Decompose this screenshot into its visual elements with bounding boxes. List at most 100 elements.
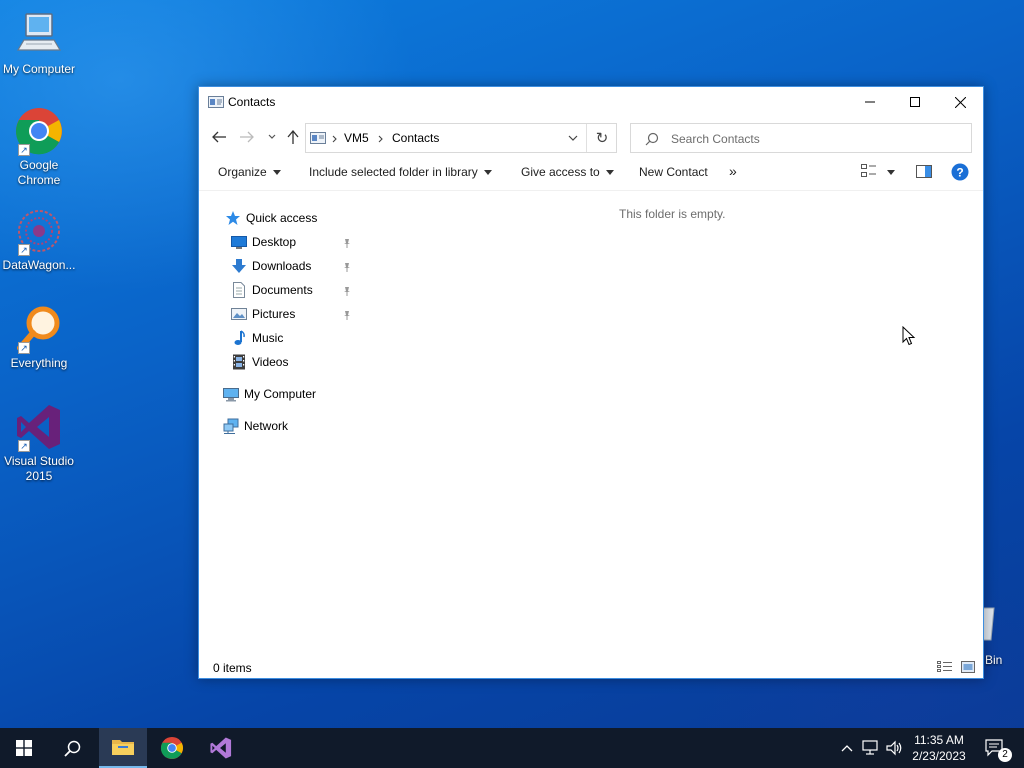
more-commands-button[interactable]: » xyxy=(729,163,737,179)
notification-count-badge: 2 xyxy=(998,748,1012,762)
maximize-icon xyxy=(910,97,920,107)
give-access-menu[interactable]: Give access to xyxy=(521,165,614,179)
window-title: Contacts xyxy=(228,95,276,109)
taskbar-file-explorer[interactable] xyxy=(99,728,147,768)
nav-music[interactable]: Music xyxy=(231,327,283,349)
network-icon xyxy=(223,418,239,434)
item-count: 0 items xyxy=(213,661,252,675)
title-bar[interactable]: Contacts xyxy=(199,87,983,117)
refresh-button[interactable]: ↻ xyxy=(586,124,617,152)
nav-network[interactable]: Network xyxy=(223,415,288,437)
caret-down-icon xyxy=(605,169,614,175)
desktop-folder-icon xyxy=(231,236,247,249)
breadcrumb-contacts[interactable]: Contacts xyxy=(392,131,439,145)
folder-icon xyxy=(112,740,134,755)
shortcut-arrow-icon: ↗ xyxy=(18,342,30,354)
document-icon xyxy=(233,282,245,298)
arrow-left-icon xyxy=(212,131,226,143)
back-button[interactable] xyxy=(209,127,229,147)
breadcrumb-vm5[interactable]: VM5 xyxy=(344,131,369,145)
nav-desktop[interactable]: Desktop xyxy=(231,231,296,253)
pin-icon xyxy=(344,263,350,272)
preview-pane-button[interactable] xyxy=(916,165,932,178)
nav-documents[interactable]: Documents xyxy=(231,279,313,301)
arrow-right-icon xyxy=(240,131,254,143)
desktop-icon-datawagon[interactable]: ↗ DataWagon... xyxy=(0,206,78,273)
desktop-icon-label: DataWagon... xyxy=(2,258,76,272)
details-view-button[interactable] xyxy=(937,661,953,676)
nav-label: Music xyxy=(252,331,284,345)
shortcut-arrow-icon: ↗ xyxy=(18,440,30,452)
shortcut-arrow-icon: ↗ xyxy=(18,244,30,256)
view-dropdown-button[interactable] xyxy=(887,170,895,175)
details-view-icon xyxy=(937,661,952,672)
refresh-icon: ↻ xyxy=(595,130,609,147)
contacts-folder-icon xyxy=(310,132,326,144)
close-icon xyxy=(954,96,966,108)
up-button[interactable] xyxy=(283,127,303,147)
desktop-icon-label: My Computer xyxy=(2,62,76,76)
mouse-cursor-icon xyxy=(902,326,916,346)
recycle-bin-icon[interactable] xyxy=(981,606,996,642)
nav-label: Desktop xyxy=(252,235,297,249)
volume-tray-button[interactable] xyxy=(884,728,906,768)
help-button[interactable]: ? xyxy=(951,163,969,181)
close-button[interactable] xyxy=(937,87,983,117)
include-in-library-menu[interactable]: Include selected folder in library xyxy=(309,165,492,179)
minimize-button[interactable] xyxy=(847,87,893,117)
address-dropdown-button[interactable] xyxy=(562,124,584,152)
nav-label: My Computer xyxy=(244,387,317,401)
taskbar-visual-studio[interactable] xyxy=(197,728,245,768)
nav-label: Documents xyxy=(252,283,313,297)
nav-label: Pictures xyxy=(252,307,296,321)
nav-downloads[interactable]: Downloads xyxy=(231,255,311,277)
show-hidden-icons-button[interactable] xyxy=(838,728,856,768)
view-options-icon xyxy=(861,164,876,177)
change-view-button[interactable] xyxy=(861,164,877,178)
large-icons-view-button[interactable] xyxy=(961,661,975,676)
desktop-icon-visual-studio[interactable]: ↗ Visual Studio 2015 xyxy=(0,402,78,484)
shortcut-arrow-icon: ↗ xyxy=(18,144,30,156)
music-note-icon xyxy=(234,330,245,345)
nav-label: Downloads xyxy=(252,259,312,273)
desktop-icon-chrome[interactable]: ↗ Google Chrome xyxy=(0,106,78,188)
nav-my-computer[interactable]: My Computer xyxy=(223,383,316,405)
address-row: VM5 Contacts ↻ Search Contacts xyxy=(199,117,983,155)
nav-videos[interactable]: Videos xyxy=(231,351,288,373)
nav-pictures[interactable]: Pictures xyxy=(231,303,295,325)
recent-locations-button[interactable] xyxy=(262,127,282,147)
address-bar[interactable]: VM5 Contacts ↻ xyxy=(305,123,617,153)
taskbar-clock[interactable]: 11:35 AM 2/23/2023 xyxy=(904,732,974,764)
clock-date: 2/23/2023 xyxy=(912,749,966,763)
desktop-icon-everything[interactable]: ↗ Everything xyxy=(0,304,78,371)
search-box[interactable]: Search Contacts xyxy=(630,123,972,153)
explorer-window: Contacts VM5 Contacts ↻ Search Contacts … xyxy=(198,86,984,679)
forward-button[interactable] xyxy=(237,127,257,147)
chrome-icon: ↗ xyxy=(14,106,64,156)
action-center-button[interactable]: 2 xyxy=(980,728,1012,768)
visual-studio-icon: ↗ xyxy=(14,402,64,452)
large-icons-view-icon xyxy=(961,661,975,673)
nav-label: Videos xyxy=(252,355,289,369)
caret-down-icon xyxy=(887,170,895,175)
caret-down-icon xyxy=(483,169,492,175)
taskbar-chrome[interactable] xyxy=(148,728,196,768)
new-contact-button[interactable]: New Contact xyxy=(639,165,708,179)
give-access-label: Give access to xyxy=(521,165,600,179)
organize-menu[interactable]: Organize xyxy=(218,165,281,179)
status-bar: 0 items xyxy=(199,657,983,679)
windows-logo-icon xyxy=(16,740,32,756)
new-contact-label: New Contact xyxy=(639,165,708,179)
desktop-icon-my-computer[interactable]: My Computer xyxy=(0,10,78,77)
contacts-folder-icon xyxy=(208,96,224,108)
nav-quick-access[interactable]: Quick access xyxy=(225,207,317,229)
search-button[interactable] xyxy=(48,728,96,768)
network-tray-button[interactable] xyxy=(860,728,882,768)
pin-icon xyxy=(344,287,350,296)
search-icon xyxy=(63,740,80,757)
star-icon xyxy=(226,211,240,225)
start-button[interactable] xyxy=(0,728,48,768)
maximize-button[interactable] xyxy=(892,87,938,117)
chevron-down-icon xyxy=(568,135,578,141)
desktop-icon-label: Visual Studio 2015 xyxy=(4,454,74,483)
